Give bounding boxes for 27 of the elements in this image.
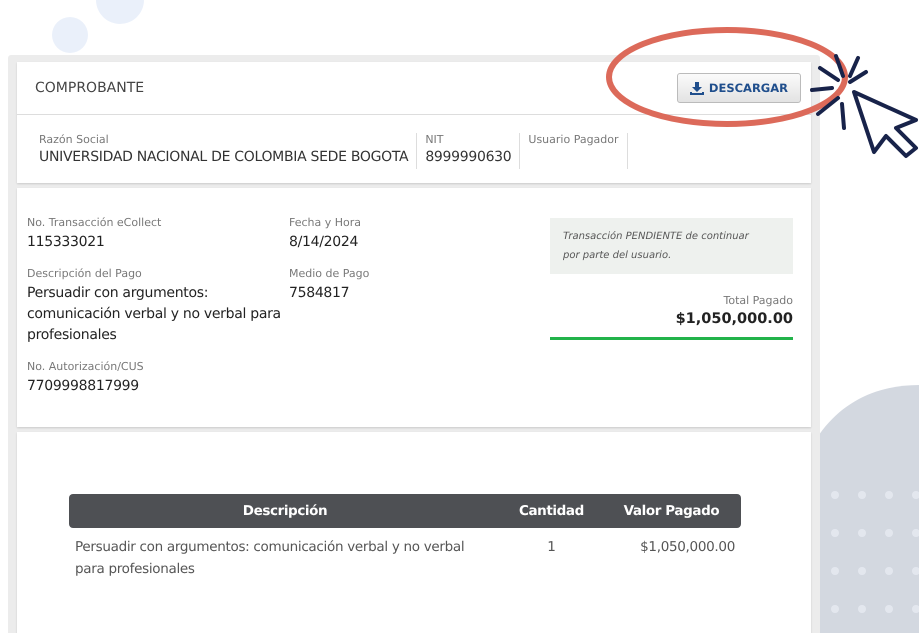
table-cell: $1,050,000.00 xyxy=(602,528,741,588)
table-cell: 1 xyxy=(501,528,602,588)
field-value: 7709998817999 xyxy=(27,377,140,396)
receipt-title: COMPROBANTE xyxy=(35,80,144,96)
field-label: NIT xyxy=(425,133,445,146)
field-value: UNIVERSIDAD NACIONAL DE COLOMBIA SEDE BOGOTA xyxy=(39,149,408,165)
field-label: Razón Social xyxy=(39,133,110,146)
field-value: 8999990630 xyxy=(425,149,512,165)
field-value: 7584817 xyxy=(289,284,350,303)
field-value: Persuadir con argumentos: comunicación verbal y no verbal para profesionales xyxy=(27,284,282,345)
field-label: No. Transacción eCollect xyxy=(27,216,162,229)
field-label: Medio de Pago xyxy=(289,267,370,280)
field-label: Usuario Pagador xyxy=(528,133,619,146)
column-header: Valor Pagado xyxy=(602,494,741,528)
field-value: 8/14/2024 xyxy=(289,233,360,252)
download-button[interactable]: DESCARGAR xyxy=(676,73,801,103)
field-value: 115333021 xyxy=(27,233,106,252)
column-header: Descripción xyxy=(69,494,501,528)
field-label: No. Autorización/CUS xyxy=(27,360,145,373)
table-cell: Persuadir con argumentos: comunicación verbal y no verbal para profesionales xyxy=(69,528,501,588)
total-label: Total Pagado xyxy=(722,294,793,307)
download-icon xyxy=(690,82,704,94)
total-amount: $1,050,000.00 xyxy=(550,307,793,340)
column-header: Cantidad xyxy=(501,494,602,528)
field-label: Fecha y Hora xyxy=(289,216,362,229)
field-label: Descripción del Pago xyxy=(27,267,143,280)
status-note: Transacción PENDIENTE de continuar por parte del usuario. xyxy=(550,218,793,274)
